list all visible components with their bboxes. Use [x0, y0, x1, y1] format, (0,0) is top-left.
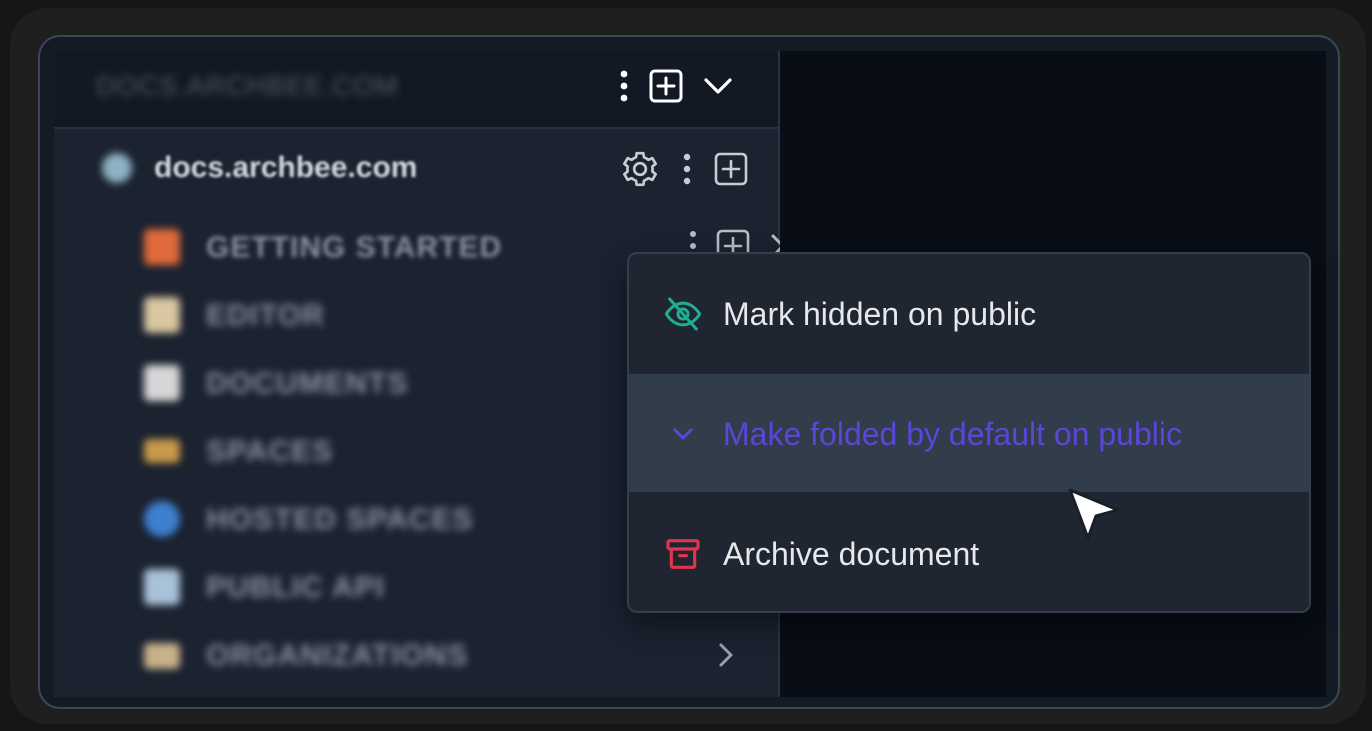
- chevron-down-icon: [663, 414, 703, 454]
- sidebar-header: DOCS.ARCHBEE.COM: [54, 51, 778, 129]
- add-document-icon[interactable]: [714, 152, 748, 186]
- page-icon: [144, 365, 180, 401]
- sidebar-item-label: GETTING STARTED: [206, 231, 503, 264]
- sidebar-item-label: ORGANIZATIONS: [206, 639, 469, 672]
- archive-icon: [663, 534, 703, 574]
- context-menu: Mark hidden on public Make folded by def…: [627, 252, 1311, 613]
- host-title: DOCS.ARCHBEE.COM: [96, 71, 399, 101]
- sidebar-item-label: EDITOR: [206, 299, 325, 332]
- more-options-icon[interactable]: [619, 70, 629, 102]
- menu-item-mark-hidden[interactable]: Mark hidden on public: [629, 254, 1309, 372]
- space-name: docs.archbee.com: [154, 151, 418, 184]
- menu-item-label: Archive document: [723, 536, 980, 572]
- settings-gear-icon[interactable]: [620, 149, 660, 189]
- office-icon: [144, 643, 180, 669]
- sidebar-item-label: DOCUMENTS: [206, 367, 409, 400]
- chevron-right-icon[interactable]: [716, 641, 736, 674]
- gear-page-icon: [144, 569, 180, 605]
- more-options-icon[interactable]: [682, 153, 692, 185]
- globe-icon: [144, 501, 180, 537]
- folder-icon: [144, 439, 180, 463]
- space-icon: [102, 153, 132, 183]
- rocket-icon: [144, 229, 180, 265]
- add-document-icon[interactable]: [649, 69, 683, 103]
- memo-icon: [144, 297, 180, 333]
- eye-off-icon: [663, 294, 703, 334]
- sidebar-item-label: HOSTED SPACES: [206, 503, 474, 536]
- sidebar-item-organizations[interactable]: ORGANIZATIONS: [142, 627, 762, 683]
- space-actions: [620, 149, 748, 189]
- mouse-cursor-icon: [1062, 484, 1126, 553]
- menu-item-make-folded[interactable]: Make folded by default on public: [629, 374, 1309, 492]
- chevron-down-icon[interactable]: [703, 76, 733, 96]
- space-row[interactable]: docs.archbee.com: [54, 139, 778, 197]
- sidebar-item-label: SPACES: [206, 435, 334, 468]
- sidebar-item-label: PUBLIC API: [206, 571, 385, 604]
- menu-item-label: Mark hidden on public: [723, 296, 1037, 332]
- header-actions: [619, 69, 733, 103]
- menu-item-label: Make folded by default on public: [723, 416, 1182, 452]
- menu-item-archive[interactable]: Archive document: [629, 494, 1309, 611]
